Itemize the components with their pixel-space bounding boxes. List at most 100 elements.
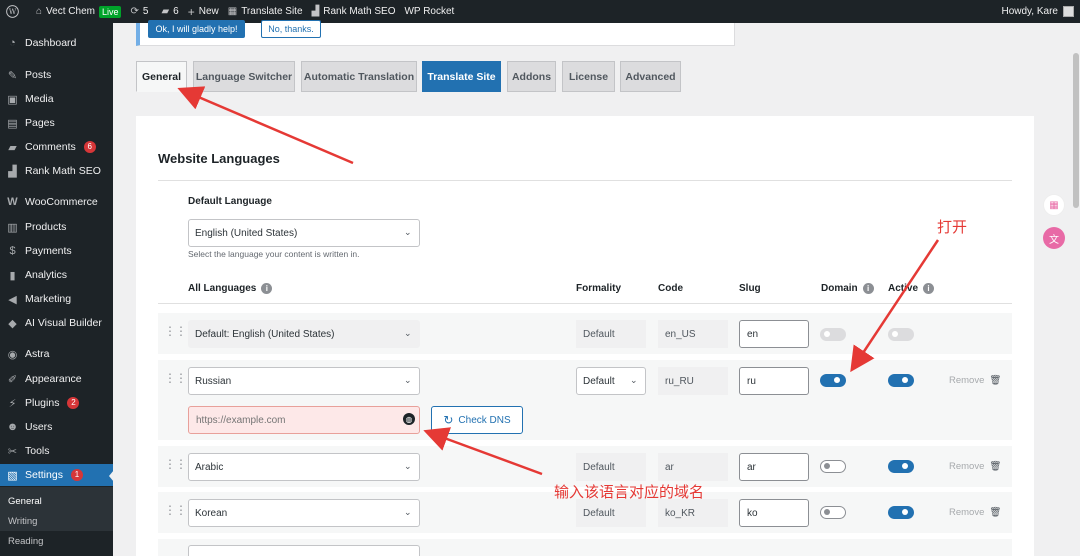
rank-math-link[interactable]: ▟ Rank Math SEO <box>312 6 396 17</box>
slug-input[interactable]: en <box>739 320 809 348</box>
domain-toggle[interactable] <box>820 506 846 519</box>
language-value: Default: English (United States) <box>195 328 335 340</box>
domain-header: Domain i <box>821 283 874 294</box>
sidebar-item-analytics[interactable]: ▮ Analytics <box>0 264 113 286</box>
language-select[interactable] <box>188 545 420 556</box>
sidebar-item-marketing[interactable]: ◀ Marketing <box>0 288 113 310</box>
sidebar-item-posts[interactable]: ✎ Posts <box>0 64 113 86</box>
domain-url-input[interactable] <box>188 406 420 434</box>
tab-translate-site[interactable]: Translate Site <box>422 61 501 92</box>
wp-rocket-link[interactable]: WP Rocket <box>404 6 454 17</box>
formality-select[interactable]: Default ⌄ <box>576 367 646 395</box>
language-select[interactable]: Russian ⌄ <box>188 367 420 395</box>
sidebar-item-rank-math[interactable]: ▟ Rank Math SEO <box>0 160 113 182</box>
formality-value: Default <box>576 499 646 527</box>
default-language-select[interactable]: English (United States) ⌄ <box>188 219 420 247</box>
chart-icon: ▟ <box>8 165 17 178</box>
code-value: ru_RU <box>658 367 728 395</box>
chevron-down-icon: ⌄ <box>630 375 638 385</box>
sidebar-item-label: Marketing <box>25 293 72 305</box>
trash-icon: 🗑 <box>989 375 1002 386</box>
sidebar-item-settings[interactable]: ▧ Settings 1 <box>0 464 113 486</box>
slug-input[interactable]: ar <box>739 453 809 481</box>
brush-icon: ✐ <box>7 373 18 386</box>
submenu-writing[interactable]: Writing <box>8 516 37 527</box>
wordpress-logo-icon[interactable]: W <box>6 5 19 18</box>
plugins-badge: 2 <box>67 397 80 409</box>
formality-value: Default <box>576 453 646 481</box>
sidebar-item-products[interactable]: ▥ Products <box>0 216 113 238</box>
comments-link[interactable]: ▰ 6 <box>161 6 178 17</box>
tab-addons[interactable]: Addons <box>507 61 556 92</box>
active-toggle[interactable] <box>888 506 914 519</box>
page-scrollbar[interactable] <box>1071 23 1080 556</box>
sidebar-item-woocommerce[interactable]: W WooCommerce <box>0 191 113 213</box>
language-value: Korean <box>195 507 228 519</box>
language-select[interactable]: Korean ⌄ <box>188 499 420 527</box>
domain-toggle[interactable] <box>820 460 846 473</box>
drag-handle-icon[interactable]: ⋮⋮ <box>164 325 187 337</box>
sidebar-item-media[interactable]: ▣ Media <box>0 88 113 110</box>
check-dns-label: Check DNS <box>458 414 511 426</box>
site-name-link[interactable]: ⌂ Vect Chem Live <box>36 5 122 18</box>
formality-value: Default <box>583 375 615 387</box>
drag-handle-icon[interactable]: ⋮⋮ <box>164 504 187 516</box>
info-icon[interactable]: i <box>261 283 273 294</box>
woo-icon: W <box>7 196 18 208</box>
check-dns-button[interactable]: ↻ Check DNS <box>431 406 523 434</box>
sidebar-item-payments[interactable]: $ Payments <box>0 240 113 262</box>
tab-language-switcher[interactable]: Language Switcher <box>193 61 295 92</box>
sidebar-item-pages[interactable]: ▤ Pages <box>0 112 113 134</box>
rank-math-icon: ▟ <box>311 6 320 17</box>
translate-site-link[interactable]: ▦ Translate Site <box>228 6 303 17</box>
sidebar-item-label: Pages <box>25 117 55 129</box>
domain-toggle[interactable] <box>820 374 846 387</box>
plug-icon: ⚡ <box>8 397 17 410</box>
sidebar-item-users[interactable]: ☻ Users <box>0 416 113 438</box>
active-toggle[interactable] <box>888 460 914 473</box>
remove-button[interactable]: Remove 🗑 <box>949 507 1001 518</box>
new-content-link[interactable]: + New <box>188 5 219 19</box>
apps-icon[interactable]: ▦ <box>1043 194 1065 216</box>
sidebar-item-plugins[interactable]: ⚡ Plugins 2 <box>0 392 113 414</box>
scrollbar-thumb[interactable] <box>1073 53 1079 208</box>
drag-handle-icon[interactable]: ⋮⋮ <box>164 458 187 470</box>
sidebar-item-astra[interactable]: ◉ Astra <box>0 343 113 365</box>
slug-input[interactable]: ru <box>739 367 809 395</box>
avatar <box>1063 6 1074 17</box>
submenu-general[interactable]: General <box>8 496 42 507</box>
sidebar-item-ai-visual-builder[interactable]: ◆ AI Visual Builder <box>0 312 113 334</box>
drag-handle-icon[interactable]: ⋮⋮ <box>164 372 187 384</box>
new-label: New <box>198 6 219 17</box>
active-toggle[interactable] <box>888 374 914 387</box>
remove-button[interactable]: Remove 🗑 <box>949 461 1001 472</box>
remove-button[interactable]: Remove 🗑 <box>949 375 1001 386</box>
updates-icon: ⟳ <box>130 6 139 17</box>
tab-general[interactable]: General <box>136 61 187 92</box>
sidebar-item-label: Settings <box>25 469 63 481</box>
sidebar-item-appearance[interactable]: ✐ Appearance <box>0 368 113 390</box>
gladly-help-button[interactable]: Ok, I will gladly help! <box>148 20 245 38</box>
submenu-reading[interactable]: Reading <box>8 536 43 547</box>
tab-advanced[interactable]: Advanced <box>620 61 681 92</box>
info-icon[interactable]: i <box>862 283 874 294</box>
default-language-value: English (United States) <box>195 227 298 239</box>
no-thanks-button[interactable]: No, thanks. <box>261 20 321 38</box>
info-icon[interactable]: i <box>923 283 935 294</box>
svg-text:W: W <box>9 7 17 16</box>
tab-license[interactable]: License <box>562 61 615 92</box>
slug-input[interactable]: ko <box>739 499 809 527</box>
chevron-down-icon: ⌄ <box>404 461 412 471</box>
code-value: ar <box>658 453 728 481</box>
sidebar-item-dashboard[interactable]: ◔ Dashboard <box>0 32 113 54</box>
wp-rocket-label: WP Rocket <box>404 6 455 17</box>
updates-link[interactable]: ⟳ 5 <box>130 6 148 17</box>
language-select[interactable]: Arabic ⌄ <box>188 453 420 481</box>
sidebar-item-tools[interactable]: ✂ Tools <box>0 440 113 462</box>
tab-automatic-translation[interactable]: Automatic Translation <box>301 61 417 92</box>
sidebar-item-comments[interactable]: ▰ Comments 6 <box>0 136 113 158</box>
translate-float-icon[interactable]: 文 <box>1043 227 1065 249</box>
all-languages-header: All Languages i <box>188 283 273 294</box>
media-icon: ▣ <box>7 93 18 106</box>
account-menu[interactable]: Howdy, Kare <box>1001 0 1074 23</box>
